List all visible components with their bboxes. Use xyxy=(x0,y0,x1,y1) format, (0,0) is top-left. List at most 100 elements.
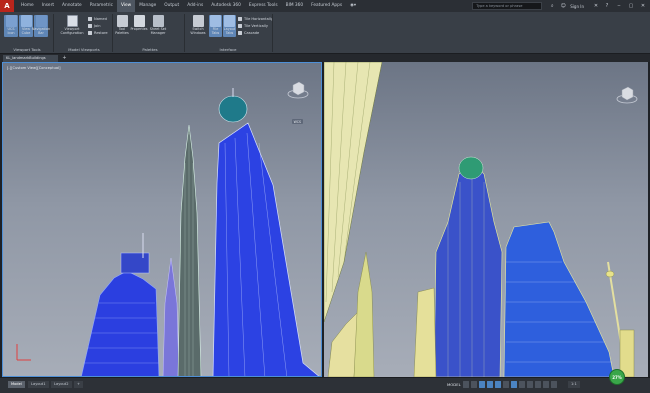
tab-view[interactable]: View xyxy=(116,0,136,12)
properties-icon xyxy=(133,15,145,27)
cascade-icon xyxy=(238,31,242,35)
model-tab[interactable]: Model xyxy=(8,381,25,388)
tab-manage[interactable]: Manage xyxy=(135,0,160,12)
view-cube-icon xyxy=(20,15,32,27)
wcs-menu[interactable]: WCS xyxy=(291,119,303,124)
layout-tabs-button[interactable]: Layout Tabs xyxy=(223,15,236,37)
tab-featured-apps[interactable]: Featured Apps xyxy=(307,0,346,12)
search-icon[interactable]: ⌕ xyxy=(548,2,556,10)
file-tabs-icon xyxy=(210,15,221,27)
ribbon-tab-strip: Home Insert Annotate Parametric View Man… xyxy=(17,0,360,12)
navigation-bar-button[interactable]: Navigation Bar xyxy=(32,15,50,37)
app-logo[interactable]: A xyxy=(0,0,14,12)
navigation-bar-icon xyxy=(35,15,47,27)
panel-title-palettes: Palettes xyxy=(142,47,158,52)
file-tab-bar: KL_landmarkBuildings + xyxy=(0,54,650,62)
tower-crown-grid xyxy=(120,252,150,274)
layout-tabs-icon xyxy=(224,15,235,27)
viewport-left[interactable]: [-][Custom View][Conceptual] WCS xyxy=(2,62,322,377)
green-dome xyxy=(458,156,484,180)
viewcube-icon[interactable] xyxy=(616,84,638,106)
slender-tower-purple xyxy=(162,257,180,376)
panel-title-interface: Interface xyxy=(219,47,237,52)
tab-home[interactable]: Home xyxy=(17,0,38,12)
viewcube-icon[interactable] xyxy=(287,79,309,101)
maximize-icon[interactable]: ▢ xyxy=(626,1,636,11)
tile-vertically-button[interactable]: Tile Vertically xyxy=(238,24,268,28)
tv-tower-pod xyxy=(605,270,615,278)
tab-add-ins[interactable]: Add-ins xyxy=(183,0,207,12)
clean-screen-icon[interactable] xyxy=(543,381,549,388)
minimize-icon[interactable]: ‒ xyxy=(614,1,624,11)
isolate-icon[interactable] xyxy=(527,381,533,388)
restore-viewports-button[interactable]: Restore xyxy=(88,31,108,35)
sheet-set-manager-button[interactable]: Sheet Set Manager xyxy=(149,15,167,36)
workspace-icon[interactable] xyxy=(519,381,525,388)
panel-separator xyxy=(53,14,54,52)
grid-icon[interactable] xyxy=(463,381,469,388)
status-toggle-group xyxy=(463,381,559,388)
tile-horizontally-icon xyxy=(238,17,242,21)
properties-button[interactable]: Properties xyxy=(130,15,148,32)
tab-bim-360[interactable]: BIM 360 xyxy=(282,0,308,12)
small-yellow-tower xyxy=(327,311,359,377)
panel-title-model-viewports: Model Viewports xyxy=(68,47,100,52)
viewport-right-scene xyxy=(324,62,635,377)
polar-icon[interactable] xyxy=(487,381,493,388)
panel-title-viewport-tools: Viewport Tools xyxy=(13,47,41,52)
model-space-indicator[interactable]: MODEL xyxy=(447,382,461,387)
tab-express-tools[interactable]: Express Tools xyxy=(245,0,282,12)
title-bar: A Home Insert Annotate Parametric View M… xyxy=(0,0,650,12)
cascade-button[interactable]: Cascade xyxy=(238,31,259,35)
progress-badge: 27% xyxy=(609,369,625,385)
viewport-configuration-icon xyxy=(66,15,78,27)
named-icon xyxy=(88,17,92,21)
snap-icon[interactable] xyxy=(471,381,477,388)
file-tabs-button[interactable]: File Tabs xyxy=(209,15,222,37)
tool-palettes-button[interactable]: Tool Palettes xyxy=(115,15,129,36)
user-icon[interactable]: ☺ xyxy=(559,2,567,10)
close-icon[interactable]: ✕ xyxy=(638,1,648,11)
layout1-tab[interactable]: Layout1 xyxy=(28,381,49,388)
join-viewports-button[interactable]: Join xyxy=(88,24,101,28)
tool-palettes-icon xyxy=(116,15,128,27)
tower-dome xyxy=(218,95,248,123)
foreground-blue-tower xyxy=(212,122,320,376)
new-tab-icon[interactable]: + xyxy=(61,55,68,62)
named-viewports-button[interactable]: Named xyxy=(88,17,107,21)
ucs-axis-icon xyxy=(16,344,31,361)
switch-windows-button[interactable]: Switch Windows xyxy=(189,15,207,36)
center-green-cap-tower xyxy=(433,161,503,377)
panel-separator xyxy=(184,14,185,52)
ribbon-options-icon[interactable]: ◉▾ xyxy=(346,0,360,12)
search-input[interactable]: Type a keyword or phrase xyxy=(472,2,543,10)
sheet-set-manager-icon xyxy=(152,15,164,27)
scale-selector[interactable]: 1:1 xyxy=(568,381,580,388)
help-icon[interactable]: ? xyxy=(603,2,611,10)
tab-parametric[interactable]: Parametric xyxy=(86,0,117,12)
sign-in-link[interactable]: Sign In xyxy=(570,4,584,9)
tile-vertically-icon xyxy=(238,24,242,28)
tab-autodesk-360[interactable]: Autodesk 360 xyxy=(207,0,245,12)
ucs-icon-button[interactable]: UCS Icon xyxy=(4,15,18,37)
viewport-left-scene xyxy=(16,88,320,376)
file-tab[interactable]: KL_landmarkBuildings xyxy=(3,55,58,62)
annotation-icon[interactable] xyxy=(511,381,517,388)
hardware-icon[interactable] xyxy=(535,381,541,388)
ortho-icon[interactable] xyxy=(479,381,485,388)
viewport-configuration-button[interactable]: Viewport Configuration xyxy=(60,15,84,36)
layout2-tab[interactable]: Layout2 xyxy=(51,381,72,388)
tab-insert[interactable]: Insert xyxy=(38,0,58,12)
add-layout-icon[interactable]: + xyxy=(74,381,84,388)
customize-icon[interactable] xyxy=(551,381,557,388)
viewport-right[interactable] xyxy=(324,62,648,377)
status-bar: Model Layout1 Layout2 + MODEL 1:1 xyxy=(0,377,650,393)
ribbon-panel: UCS Icon View Cube Navigation Bar Viewpo… xyxy=(0,12,650,54)
tile-horizontally-button[interactable]: Tile Horizontally xyxy=(238,17,273,21)
otrack-icon[interactable] xyxy=(503,381,509,388)
tab-annotate[interactable]: Annotate xyxy=(58,0,86,12)
exchange-icon[interactable]: ✕ xyxy=(592,2,600,10)
tab-output[interactable]: Output xyxy=(160,0,183,12)
osnap-icon[interactable] xyxy=(495,381,501,388)
title-bar-right: Type a keyword or phrase ⌕ ☺ Sign In ✕ ?… xyxy=(472,0,650,12)
